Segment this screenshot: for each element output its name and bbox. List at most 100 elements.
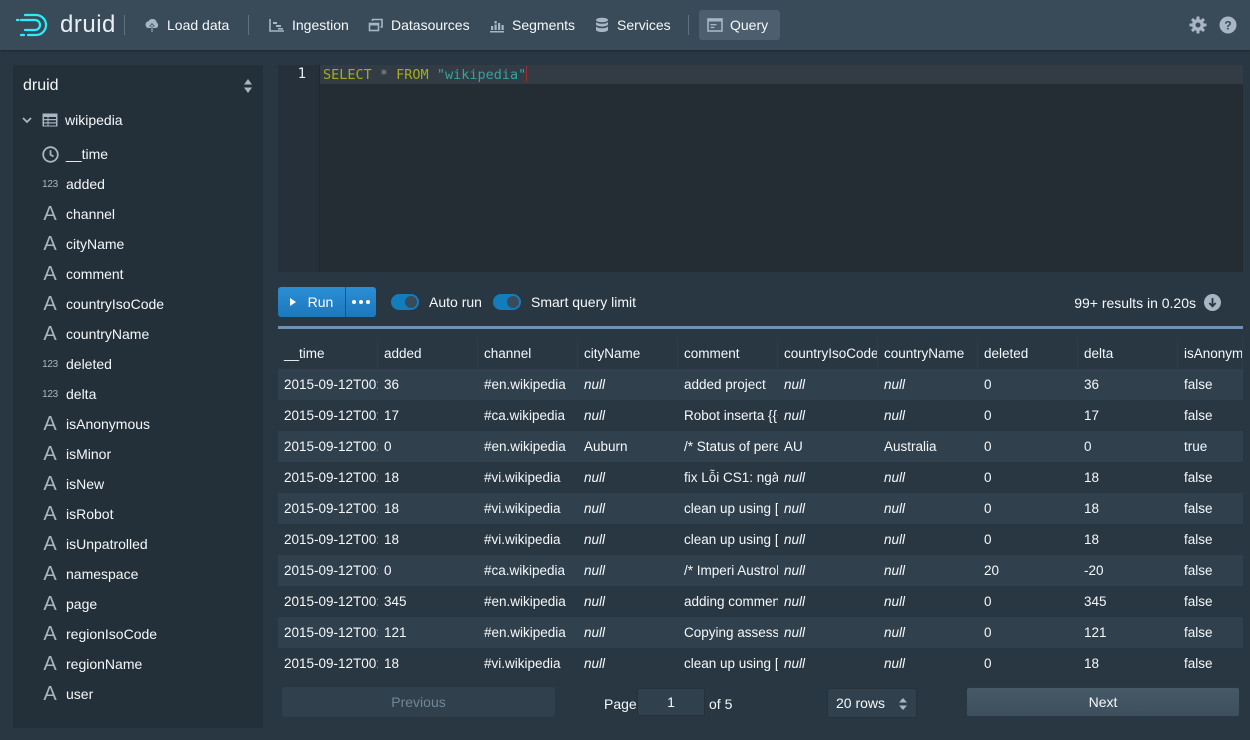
table-cell[interactable]: false <box>1178 555 1243 586</box>
table-cell[interactable]: adding comment <box>678 586 778 617</box>
column-header-time[interactable]: __time <box>278 339 378 369</box>
table-cell[interactable]: null <box>778 586 878 617</box>
column-item-isanonymous[interactable]: AisAnonymous <box>41 409 164 439</box>
column-item-regionname[interactable]: AregionName <box>41 649 164 679</box>
gear-icon[interactable] <box>1189 16 1207 34</box>
table-cell[interactable]: 18 <box>378 524 478 555</box>
table-cell[interactable]: #en.wikipedia <box>478 586 578 617</box>
table-cell[interactable]: added project <box>678 369 778 400</box>
table-cell[interactable]: 0 <box>978 369 1078 400</box>
table-cell[interactable]: 345 <box>378 586 478 617</box>
column-item-delta[interactable]: 123 delta <box>41 379 164 409</box>
column-item-user[interactable]: Auser <box>41 679 164 709</box>
table-cell[interactable]: null <box>778 369 878 400</box>
table-cell[interactable]: #ca.wikipedia <box>478 400 578 431</box>
table-cell[interactable]: 18 <box>1078 493 1178 524</box>
table-cell[interactable]: false <box>1178 648 1243 678</box>
resize-handle[interactable] <box>278 326 1243 329</box>
table-cell[interactable]: null <box>778 555 878 586</box>
nav-datasources[interactable]: Datasources <box>360 10 478 40</box>
table-cell[interactable]: #en.wikipedia <box>478 369 578 400</box>
table-cell[interactable]: clean up using [[ <box>678 648 778 678</box>
download-icon[interactable] <box>1204 294 1221 311</box>
nav-query[interactable]: Query <box>699 10 780 40</box>
table-cell[interactable]: clean up using [[ <box>678 493 778 524</box>
table-cell[interactable]: /* Status of pere <box>678 431 778 462</box>
smart-query-limit-switch[interactable]: Smart query limit <box>493 293 636 311</box>
table-cell[interactable]: null <box>778 400 878 431</box>
table-cell[interactable]: 2015-09-12T00: <box>278 617 378 648</box>
rows-per-page-select[interactable]: 20 rows <box>827 688 917 718</box>
table-cell[interactable]: true <box>1178 431 1243 462</box>
druid-logo[interactable]: druid <box>16 11 116 39</box>
more-options-button[interactable] <box>346 287 376 317</box>
auto-run-switch[interactable]: Auto run <box>391 293 482 311</box>
table-cell[interactable]: null <box>778 617 878 648</box>
table-cell[interactable]: null <box>578 524 678 555</box>
table-cell[interactable]: #en.wikipedia <box>478 617 578 648</box>
column-header-delta[interactable]: delta <box>1078 339 1178 369</box>
table-cell[interactable]: 18 <box>378 493 478 524</box>
table-cell[interactable]: 17 <box>378 400 478 431</box>
column-header-cityname[interactable]: cityName <box>578 339 678 369</box>
column-item-cityname[interactable]: AcityName <box>41 229 164 259</box>
table-cell[interactable]: 20 <box>978 555 1078 586</box>
column-item-isminor[interactable]: AisMinor <box>41 439 164 469</box>
nav-segments[interactable]: Segments <box>481 10 583 40</box>
column-header-comment[interactable]: comment <box>678 339 778 369</box>
table-cell[interactable]: 2015-09-12T00: <box>278 462 378 493</box>
schema-name[interactable]: druid <box>23 77 59 95</box>
table-cell[interactable]: null <box>878 555 978 586</box>
table-cell[interactable]: 18 <box>1078 462 1178 493</box>
table-cell[interactable]: 0 <box>378 431 478 462</box>
nav-load-data[interactable]: Load data <box>136 10 237 40</box>
table-cell[interactable]: Auburn <box>578 431 678 462</box>
table-cell[interactable]: 121 <box>1078 617 1178 648</box>
table-cell[interactable]: Australia <box>878 431 978 462</box>
column-header-countryisocode[interactable]: countryIsoCode <box>778 339 878 369</box>
table-cell[interactable]: AU <box>778 431 878 462</box>
table-cell[interactable]: 0 <box>978 524 1078 555</box>
column-item-isrobot[interactable]: AisRobot <box>41 499 164 529</box>
table-cell[interactable]: #vi.wikipedia <box>478 524 578 555</box>
table-cell[interactable]: null <box>778 524 878 555</box>
table-cell[interactable]: null <box>778 493 878 524</box>
table-cell[interactable]: Copying assessm <box>678 617 778 648</box>
double-caret-icon[interactable] <box>243 78 253 94</box>
table-cell[interactable]: null <box>778 648 878 678</box>
table-cell[interactable]: 2015-09-12T00: <box>278 400 378 431</box>
table-cell[interactable]: Robot inserta {{C <box>678 400 778 431</box>
table-cell[interactable]: null <box>878 586 978 617</box>
table-cell[interactable]: 121 <box>378 617 478 648</box>
column-item-isnew[interactable]: AisNew <box>41 469 164 499</box>
column-header-deleted[interactable]: deleted <box>978 339 1078 369</box>
help-icon[interactable]: ? <box>1219 16 1237 34</box>
table-cell[interactable]: null <box>878 400 978 431</box>
table-cell[interactable]: 2015-09-12T00: <box>278 369 378 400</box>
table-cell[interactable]: #vi.wikipedia <box>478 493 578 524</box>
table-cell[interactable]: 2015-09-12T00: <box>278 524 378 555</box>
table-cell[interactable]: null <box>578 648 678 678</box>
table-cell[interactable]: #ca.wikipedia <box>478 555 578 586</box>
table-cell[interactable]: 18 <box>1078 648 1178 678</box>
column-header-channel[interactable]: channel <box>478 339 578 369</box>
table-cell[interactable]: null <box>878 369 978 400</box>
table-cell[interactable]: 2015-09-12T00: <box>278 648 378 678</box>
column-item-namespace[interactable]: Anamespace <box>41 559 164 589</box>
column-item-isunpatrolled[interactable]: AisUnpatrolled <box>41 529 164 559</box>
table-cell[interactable]: 36 <box>378 369 478 400</box>
nav-ingestion[interactable]: Ingestion <box>261 10 357 40</box>
table-cell[interactable]: null <box>878 648 978 678</box>
column-header-added[interactable]: added <box>378 339 478 369</box>
table-cell[interactable]: null <box>578 400 678 431</box>
run-button[interactable]: Run <box>278 287 346 317</box>
table-cell[interactable]: false <box>1178 617 1243 648</box>
table-cell[interactable]: 18 <box>1078 524 1178 555</box>
table-cell[interactable]: -20 <box>1078 555 1178 586</box>
column-item-added[interactable]: 123 added <box>41 169 164 199</box>
table-cell[interactable]: null <box>578 555 678 586</box>
table-cell[interactable]: 0 <box>978 400 1078 431</box>
column-header-isanonymous[interactable]: isAnonymous <box>1178 339 1243 369</box>
column-item-channel[interactable]: Achannel <box>41 199 164 229</box>
column-item-page[interactable]: Apage <box>41 589 164 619</box>
